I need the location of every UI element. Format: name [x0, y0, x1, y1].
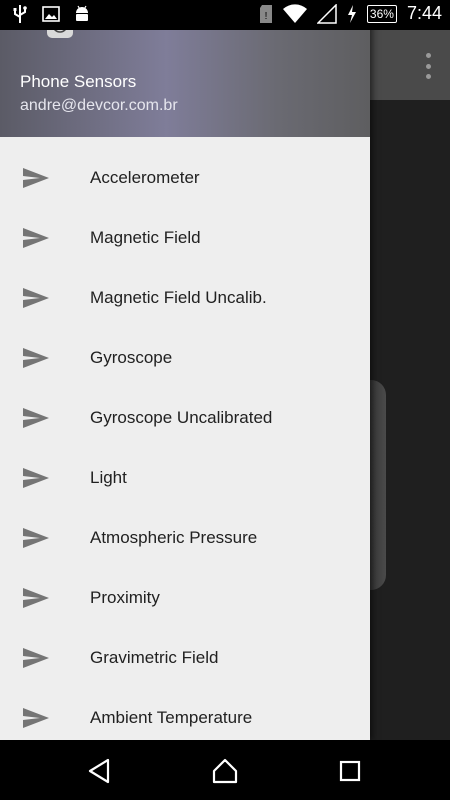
charging-icon: [347, 4, 356, 23]
sd-card-icon: !: [259, 4, 272, 23]
sensor-menu: Accelerometer Magnetic Field Magnetic Fi…: [0, 148, 370, 748]
wifi-icon: [282, 3, 307, 23]
menu-item-label: Magnetic Field Uncalib.: [90, 288, 267, 307]
back-icon[interactable]: [85, 756, 115, 786]
send-icon: [23, 228, 49, 248]
menu-item-gravimetric-field[interactable]: Gravimetric Field: [0, 628, 370, 688]
drawer-header-title: Phone Sensors: [20, 72, 137, 91]
send-icon: [23, 288, 49, 308]
menu-item-magnetic-field[interactable]: Magnetic Field: [0, 208, 370, 268]
send-icon: [23, 588, 49, 608]
send-icon: [23, 468, 49, 488]
send-icon: [23, 528, 49, 548]
menu-item-proximity[interactable]: Proximity: [0, 568, 370, 628]
menu-item-label: Gravimetric Field: [90, 648, 219, 667]
menu-item-atmospheric-pressure[interactable]: Atmospheric Pressure: [0, 508, 370, 568]
menu-item-label: Gyroscope Uncalibrated: [90, 408, 273, 427]
menu-item-magnetic-field-uncalib[interactable]: Magnetic Field Uncalib.: [0, 268, 370, 328]
home-icon[interactable]: [210, 756, 240, 786]
menu-item-label: Ambient Temperature: [90, 708, 253, 727]
send-icon: [23, 708, 49, 728]
menu-item-ambient-temperature[interactable]: Ambient Temperature: [0, 688, 370, 748]
android-icon: [76, 5, 88, 21]
send-icon: [23, 168, 49, 188]
menu-item-label: Accelerometer: [90, 168, 200, 187]
drawer-header: Phone Sensors andre@devcor.com.br: [0, 6, 370, 137]
svg-text:!: !: [265, 11, 268, 22]
menu-item-light[interactable]: Light: [0, 448, 370, 508]
drawer-header-email: andre@devcor.com.br: [20, 97, 178, 114]
menu-item-gyroscope-uncalibrated[interactable]: Gyroscope Uncalibrated: [0, 388, 370, 448]
status-clock: 7:44: [406, 3, 442, 23]
menu-item-label: Gyroscope: [90, 348, 173, 367]
navigation-drawer: Phone Sensors andre@devcor.com.br Accele…: [0, 0, 370, 740]
battery-level: 36%: [366, 4, 397, 23]
status-bar: ! 36% 7:44: [0, 0, 450, 30]
menu-item-label: Magnetic Field: [90, 228, 201, 247]
usb-icon: [13, 5, 27, 23]
send-icon: [23, 348, 49, 368]
send-icon: [23, 648, 49, 668]
menu-item-accelerometer[interactable]: Accelerometer: [0, 148, 370, 208]
menu-item-gyroscope[interactable]: Gyroscope: [0, 328, 370, 388]
recents-icon[interactable]: [335, 756, 365, 786]
signal-icon: [316, 3, 337, 24]
image-icon: [42, 6, 60, 22]
system-nav-bar: [0, 740, 450, 800]
menu-item-label: Light: [90, 468, 127, 487]
send-icon: [23, 408, 49, 428]
menu-item-label: Proximity: [90, 588, 160, 607]
overflow-menu-icon[interactable]: [420, 53, 436, 79]
menu-item-label: Atmospheric Pressure: [90, 528, 258, 547]
